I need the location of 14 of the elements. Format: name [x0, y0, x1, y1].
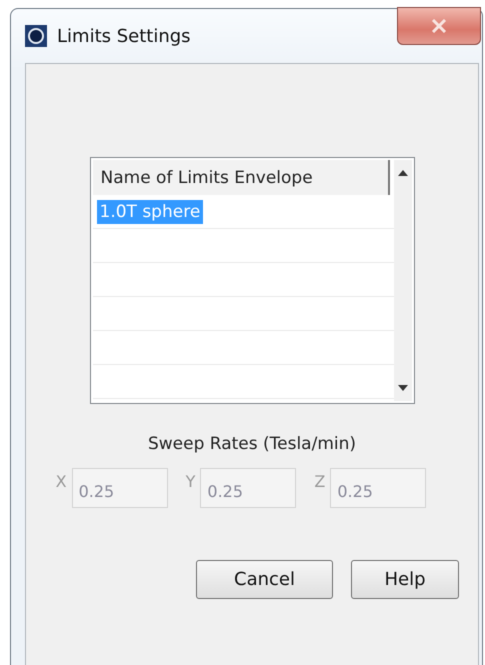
window-title: Limits Settings	[57, 26, 191, 46]
cancel-button[interactable]: Cancel	[196, 560, 333, 599]
close-icon	[431, 19, 447, 33]
help-button[interactable]: Help	[351, 560, 459, 599]
scroll-up-icon[interactable]	[398, 170, 408, 176]
app-logo-icon	[25, 25, 47, 47]
scroll-down-icon[interactable]	[398, 385, 408, 391]
axis-label: Y	[186, 471, 196, 491]
column-header: Name of Limits Envelope	[92, 160, 390, 195]
axis-label: X	[56, 471, 67, 491]
sweep-rates-label: Sweep Rates (Tesla/min)	[148, 434, 356, 454]
axis-label: Z	[314, 471, 326, 491]
list-item[interactable]: 1.0T sphere	[96, 200, 204, 224]
close-button[interactable]	[397, 7, 481, 45]
